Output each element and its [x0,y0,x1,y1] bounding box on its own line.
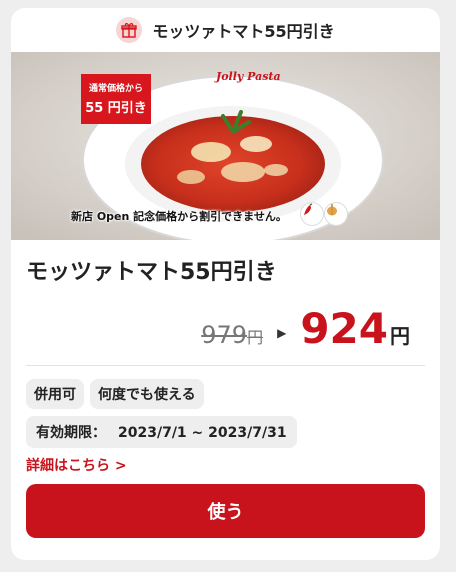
chip-reusable: 何度でも使える [90,379,204,409]
new-price-unit: 円 [390,324,410,348]
old-price: 979 [201,321,248,349]
logo-text: Jolly Pasta [214,70,281,83]
coupon-title: モッツァトマト55円引き [26,260,277,285]
validity-range: 2023/7/1 ~ 2023/7/31 [118,425,287,441]
chili-icon [300,202,324,226]
badge-line1: 通常価格から [88,84,143,94]
divider [26,365,425,366]
details-link[interactable]: 詳細はこちら > [26,455,127,475]
coupon-header: モッツァトマト55円引き [11,8,440,52]
garlic-icon [324,202,348,226]
discount-badge: 通常価格から 55 円引き [81,74,151,124]
old-price-unit: 円 [247,328,264,347]
badge-line2: 55 円引き [85,101,147,116]
validity-period: 有効期限： 2023/7/1 ~ 2023/7/31 [26,416,297,448]
coupon-card: モッツァトマト55円引き Jolly Pasta 通常価格から 55 円引き 新… [11,8,440,560]
validity-label: 有効期限： [36,425,106,441]
arrow-right-icon: ▶ [277,326,287,340]
coupon-chips: 併用可 何度でも使える [26,379,204,409]
chip-combinable: 併用可 [26,379,84,409]
gift-icon [116,17,143,43]
price-row: 979 円 ▶ 924 円 [201,304,410,353]
new-price: 924 [300,304,388,353]
hero-note: 新店 Open 記念価格から割引できません。 [71,210,287,223]
use-button[interactable]: 使う [26,484,425,538]
header-title: モッツァトマト55円引き [152,22,335,41]
product-image: Jolly Pasta 通常価格から 55 円引き 新店 Open 記念価格から… [11,52,440,240]
